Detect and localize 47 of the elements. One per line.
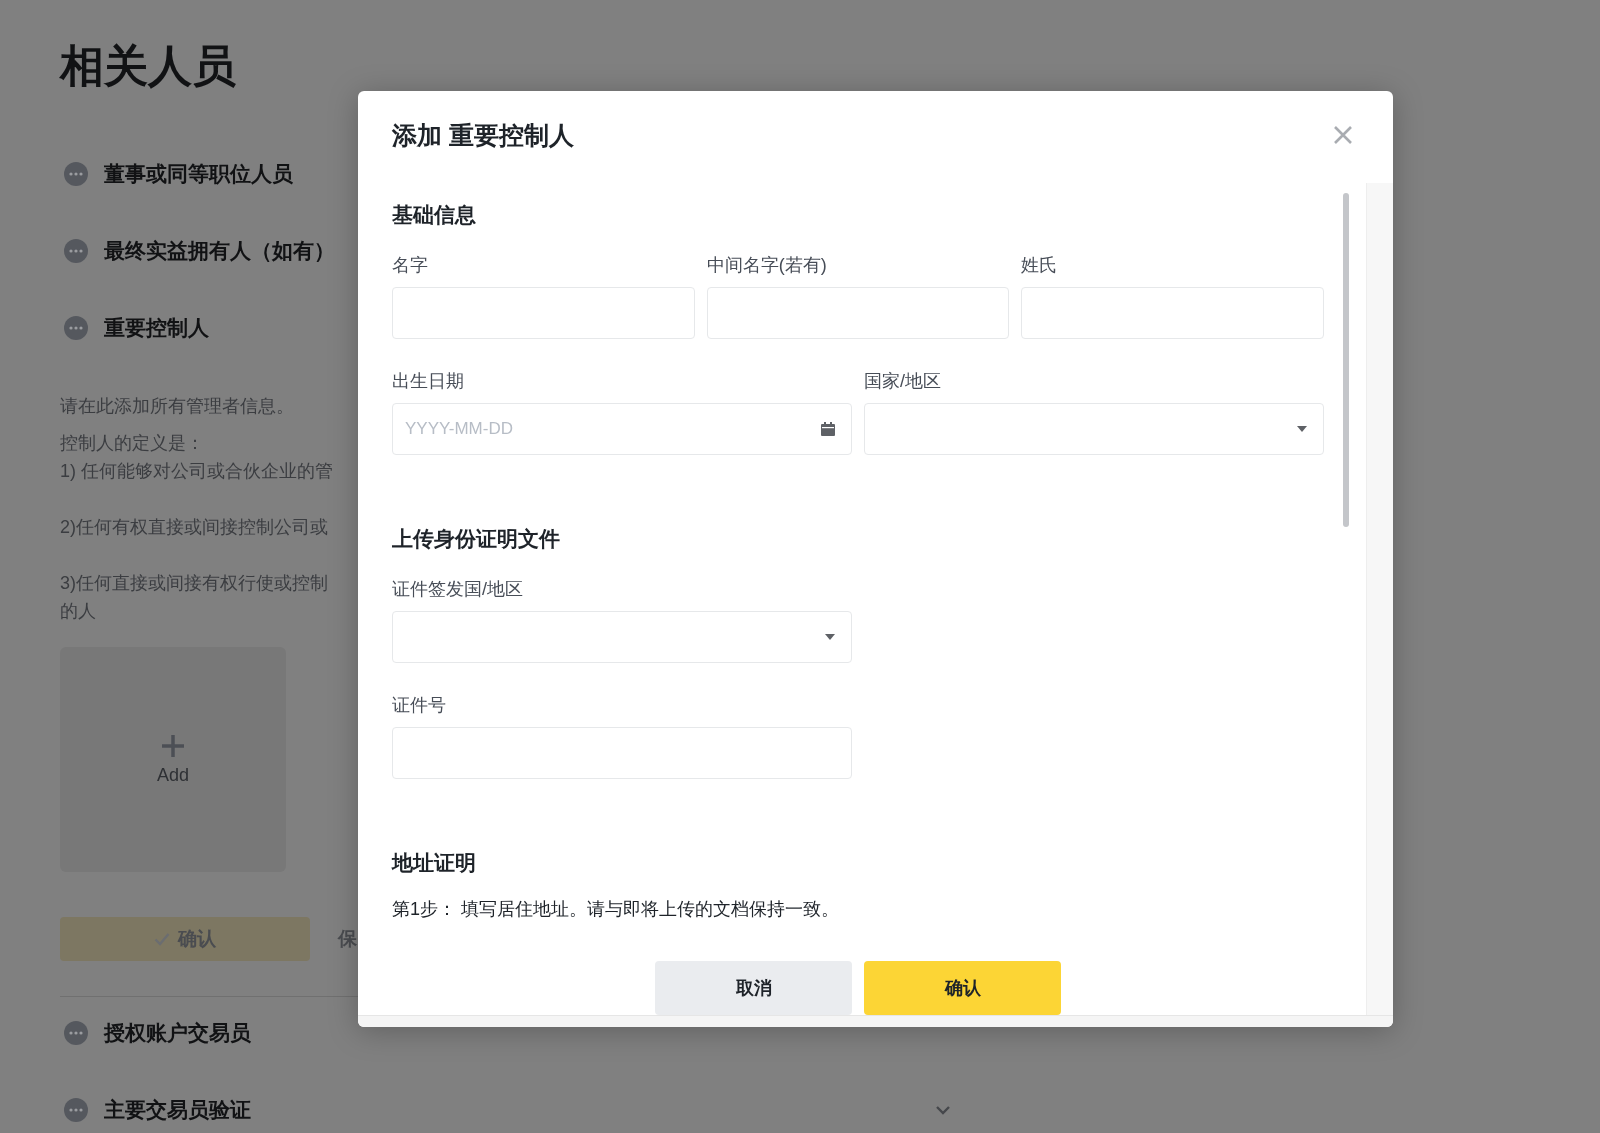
instruction-text: 第1步： 填写居住地址。请与即将上传的文档保持一致。 [392,898,840,921]
field-label: 姓氏 [1021,254,1059,277]
caret-icon [1297,426,1307,432]
section-title[interactable]: 主要交易员验证 [104,1096,251,1124]
plus-icon [160,733,186,759]
field-label: 国家/地区 [864,370,942,393]
field-label: 中间名字(若有) [706,254,828,277]
field-label: 证件号 [392,694,447,717]
description-text: 的人 [60,600,96,623]
cancel-button[interactable]: 取消 [655,961,852,1015]
close-icon[interactable] [1333,125,1353,145]
scrollbar-thumb[interactable] [1343,193,1349,527]
field-label: 名字 [392,254,429,277]
text-field[interactable] [1021,287,1324,339]
description-text: 3)任何直接或间接有权行使或控制 [60,572,328,595]
field-label: 出生日期 [392,370,465,393]
more-icon [64,316,88,340]
section-heading: 地址证明 [392,850,477,876]
select-field[interactable] [392,611,852,663]
confirm-button[interactable]: 确认 [864,961,1061,1015]
calendar-icon [821,422,835,436]
more-icon [64,162,88,186]
description-text: 2)任何有权直接或间接控制公司或 [60,516,328,539]
add-card[interactable]: Add [60,647,286,872]
date-placeholder: YYYY-MM-DD [405,419,513,439]
field-label: 证件签发国/地区 [392,578,524,601]
chevron-down-icon[interactable] [935,1105,951,1115]
modal-title: 添加 重要控制人 [392,119,574,151]
more-icon [64,239,88,263]
more-icon [64,1098,88,1122]
section-title[interactable]: 重要控制人 [104,314,209,342]
add-label: Add [157,765,189,786]
description-text: 1) 任何能够对公司或合伙企业的管 [60,460,333,483]
section-title[interactable]: 授权账户交易员 [104,1019,251,1047]
select-field[interactable] [864,403,1324,455]
text-field[interactable] [392,727,852,779]
text-field[interactable] [392,287,695,339]
page-title: 相关人员 [60,40,237,92]
section-title[interactable]: 董事或同等职位人员 [104,160,293,188]
caret-icon [825,634,835,640]
section-heading: 上传身份证明文件 [392,526,561,552]
description-text: 请在此添加所有管理者信息。 [60,395,294,418]
more-icon [64,1021,88,1045]
description-text: 控制人的定义是： [60,432,204,455]
section-title[interactable]: 最终实益拥有人（如有） [104,237,335,265]
section-heading: 基础信息 [392,202,477,228]
text-field[interactable] [706,287,1010,339]
